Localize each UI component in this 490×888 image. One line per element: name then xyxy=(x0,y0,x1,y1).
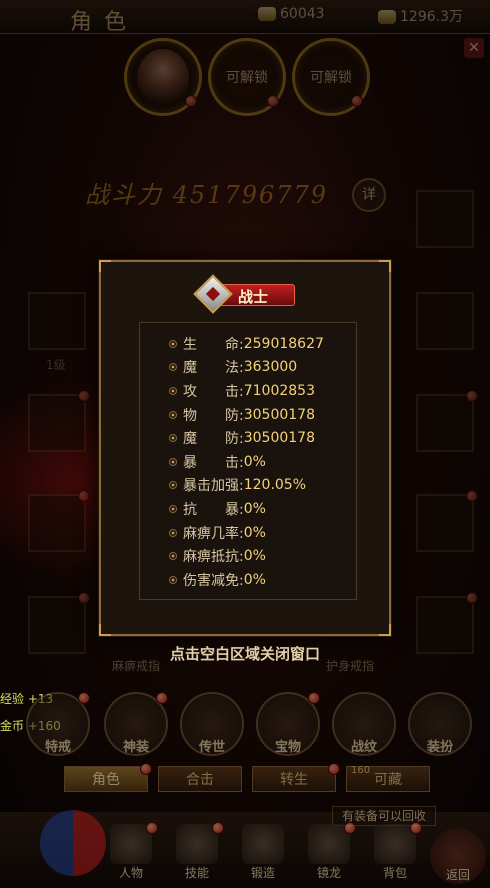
red-dot-icon xyxy=(308,692,320,704)
category-special-ring[interactable]: 特戒 xyxy=(26,692,90,756)
bullet-icon xyxy=(169,575,177,584)
red-dot-icon xyxy=(140,763,152,775)
back-button[interactable]: 返回 xyxy=(430,828,486,884)
bullet-icon xyxy=(169,552,177,561)
stat-row: 魔 法: 363000 xyxy=(169,356,324,380)
red-dot-icon xyxy=(410,822,422,834)
corner-ornament xyxy=(99,624,111,636)
bullet-icon xyxy=(169,504,177,513)
yin-yang-icon[interactable] xyxy=(40,810,106,876)
bullet-icon xyxy=(169,434,177,443)
red-dot-icon xyxy=(212,822,224,834)
class-name: 战士 xyxy=(238,288,269,306)
forge-icon xyxy=(242,824,284,864)
stat-row: 物 防: 30500178 xyxy=(169,403,324,427)
stat-row: 魔 防: 30500178 xyxy=(169,426,324,450)
nav-forge[interactable]: 锻造 xyxy=(234,822,292,882)
red-dot-icon xyxy=(328,763,340,775)
corner-ornament xyxy=(379,260,391,272)
bullet-icon xyxy=(169,481,177,490)
tab-collection[interactable]: 160 可藏 xyxy=(346,765,430,792)
bullet-icon xyxy=(169,528,177,537)
nav-bag[interactable]: 背包 xyxy=(366,822,424,882)
right-ring-label: 护身戒指 xyxy=(326,659,375,673)
red-dot-icon xyxy=(156,692,168,704)
tab-rebirth[interactable]: 转生 xyxy=(252,763,340,792)
nav-dragon[interactable]: 镜龙 xyxy=(300,822,358,882)
nav-character[interactable]: 人物 xyxy=(102,822,160,882)
stat-row: 麻痹抵抗: 0% xyxy=(169,544,324,568)
stat-row: 暴击加强: 120.05% xyxy=(169,474,324,498)
tab-combo[interactable]: 合击 xyxy=(158,766,242,792)
bullet-icon xyxy=(169,410,177,419)
category-legacy[interactable]: 传世 xyxy=(180,692,244,756)
left-ring-label: 麻痹戒指 xyxy=(112,659,161,673)
red-dot-icon xyxy=(146,822,158,834)
stat-row: 暴 击: 0% xyxy=(169,450,324,474)
class-stats-modal: 战士 生 命: 259018627 魔 法: 363000 攻 击: 71002853… xyxy=(99,260,391,636)
bullet-icon xyxy=(169,457,177,466)
stat-row: 麻痹几率: 0% xyxy=(169,521,324,545)
bullet-icon xyxy=(169,339,177,348)
tab-badge: 160 xyxy=(351,765,371,776)
stat-row: 抗 暴: 0% xyxy=(169,497,324,521)
red-dot-icon xyxy=(344,822,356,834)
corner-ornament xyxy=(379,624,391,636)
class-badge: 战士 xyxy=(193,274,299,314)
bullet-icon xyxy=(169,386,177,395)
bullet-icon xyxy=(169,363,177,372)
corner-ornament xyxy=(99,260,111,272)
category-treasure[interactable]: 宝物 xyxy=(256,692,320,756)
close-hint: 点击空白区域关闭窗口 xyxy=(169,645,320,663)
stat-row: 生 命: 259018627 xyxy=(169,332,324,356)
category-divine-gear[interactable]: 神装 xyxy=(104,692,168,756)
red-dot-icon xyxy=(78,692,90,704)
tab-character[interactable]: 角色 xyxy=(64,763,152,792)
category-battle-pattern[interactable]: 战纹 xyxy=(332,692,396,756)
stat-row: 攻 击: 71002853 xyxy=(169,379,324,403)
stats-list: 生 命: 259018627 魔 法: 363000 攻 击: 71002853 物 … xyxy=(169,332,324,592)
sword-icon xyxy=(193,274,233,314)
stat-row: 伤害减免: 0% xyxy=(169,568,324,592)
category-outfit[interactable]: 装扮 xyxy=(408,692,472,756)
nav-skills[interactable]: 技能 xyxy=(168,822,226,882)
